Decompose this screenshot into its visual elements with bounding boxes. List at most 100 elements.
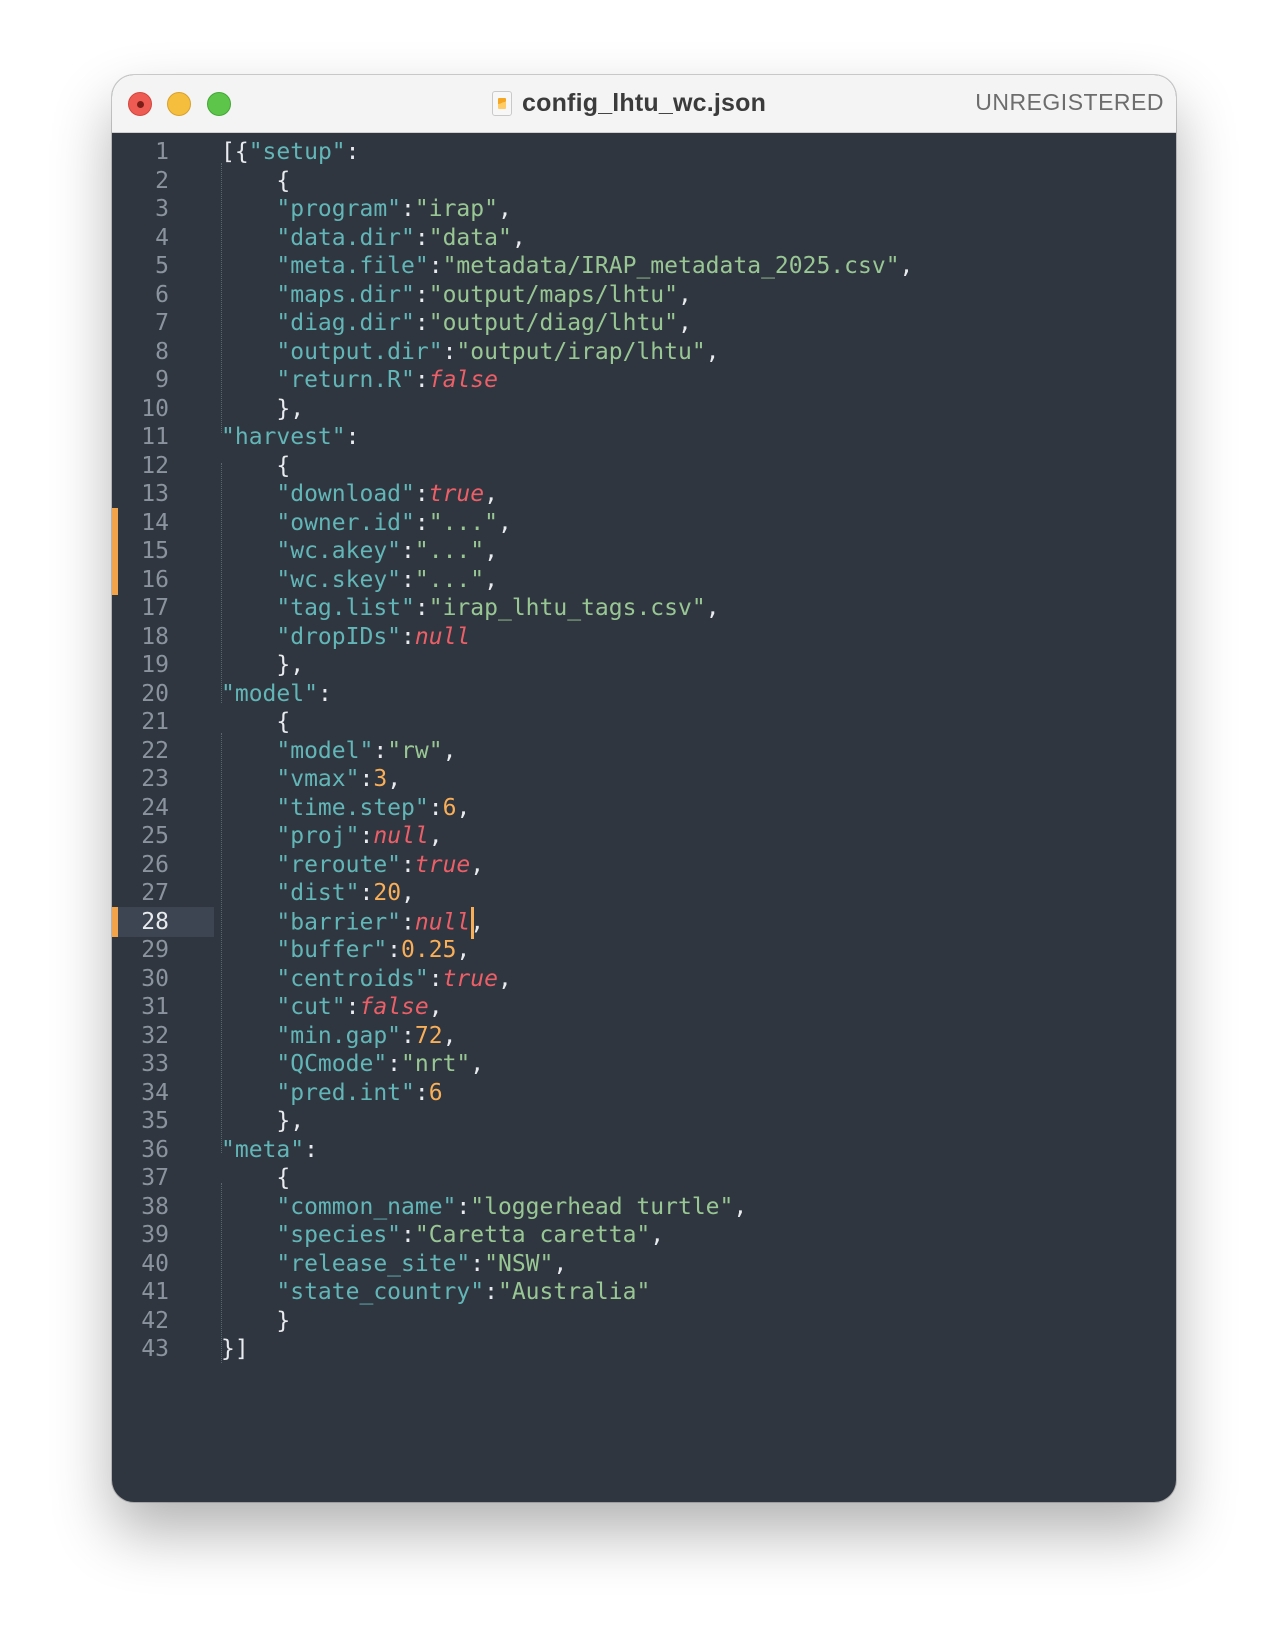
code-line[interactable]: 15 "wc.akey":"...", — [112, 536, 1176, 566]
code-line[interactable]: 25 "proj":null, — [112, 821, 1176, 851]
line-code[interactable]: "meta.file":"metadata/IRAP_metadata_2025… — [221, 251, 913, 281]
json-key: "time.step" — [276, 794, 429, 821]
code-editor[interactable]: 1 [{"setup": 2 {3 "program":"irap", 4 "data… — [112, 133, 1176, 1502]
code-line[interactable]: 12 { — [112, 451, 1176, 481]
code-line[interactable]: 19 }, — [112, 650, 1176, 680]
code-line[interactable]: 41 "state_country":"Australia" — [112, 1277, 1176, 1307]
line-code[interactable]: "pred.int":6 — [221, 1078, 442, 1108]
line-number: 39 — [141, 1222, 169, 1248]
title-bar[interactable]: config_lhtu_wc.json UNREGISTERED — [112, 75, 1176, 133]
line-code[interactable]: } — [221, 1306, 290, 1336]
code-line[interactable]: 10 }, — [112, 394, 1176, 424]
line-code[interactable]: "min.gap":72, — [221, 1021, 456, 1051]
code-line[interactable]: 42 } — [112, 1306, 1176, 1336]
line-code[interactable]: { — [221, 166, 290, 196]
code-line[interactable]: 30 "centroids":true, — [112, 964, 1176, 994]
code-line[interactable]: 43}] — [112, 1334, 1176, 1364]
code-line[interactable]: 40 "release_site":"NSW", — [112, 1249, 1176, 1279]
line-code[interactable]: "state_country":"Australia" — [221, 1277, 650, 1307]
line-code[interactable]: }, — [221, 1106, 304, 1136]
code-line[interactable]: 16 "wc.skey":"...", — [112, 564, 1176, 595]
line-code[interactable]: { — [221, 1163, 290, 1193]
line-code[interactable]: "program":"irap", — [221, 194, 511, 224]
line-code[interactable]: "QCmode":"nrt", — [221, 1049, 484, 1079]
code-line[interactable]: 33 "QCmode":"nrt", — [112, 1049, 1176, 1079]
code-line[interactable]: 14 "owner.id":"...", — [112, 507, 1176, 538]
line-code[interactable]: "common_name":"loggerhead turtle", — [221, 1192, 747, 1222]
code-line[interactable]: 35 }, — [112, 1106, 1176, 1136]
line-code[interactable]: "proj":null, — [221, 821, 442, 851]
code-line[interactable]: 20 "model": — [112, 679, 1176, 709]
line-code[interactable]: }, — [221, 650, 304, 680]
line-code[interactable]: "wc.skey":"...", — [221, 565, 498, 595]
line-code[interactable]: "owner.id":"...", — [221, 508, 511, 538]
line-code[interactable]: "cut":false, — [221, 992, 442, 1022]
code-line[interactable]: 21 { — [112, 707, 1176, 737]
code-line[interactable]: 26 "reroute":true, — [112, 850, 1176, 880]
line-code[interactable]: "model": — [221, 679, 332, 709]
line-code[interactable]: "reroute":true, — [221, 850, 484, 880]
line-code[interactable]: "harvest": — [221, 422, 359, 452]
code-line[interactable]: 36 "meta": — [112, 1135, 1176, 1165]
line-code[interactable]: "barrier":null, — [221, 906, 484, 939]
code-line[interactable]: 8 "output.dir":"output/irap/lhtu", — [112, 337, 1176, 367]
json-punct: : — [359, 880, 374, 906]
line-code[interactable]: { — [221, 451, 290, 481]
code-line[interactable]: 9 "return.R":false — [112, 365, 1176, 395]
code-line[interactable]: 22 "model":"rw", — [112, 736, 1176, 766]
code-line[interactable]: 29 "buffer":0.25, — [112, 935, 1176, 965]
line-code[interactable]: "tag.list":"irap_lhtu_tags.csv", — [221, 593, 719, 623]
code-line[interactable]: 2 { — [112, 166, 1176, 196]
code-line[interactable]: 11 "harvest": — [112, 422, 1176, 452]
line-code[interactable]: "meta": — [221, 1135, 318, 1165]
line-code[interactable]: "buffer":0.25, — [221, 935, 470, 965]
line-code[interactable]: "model":"rw", — [221, 736, 456, 766]
line-code[interactable]: { — [221, 707, 290, 737]
code-line[interactable]: 18 "dropIDs":null — [112, 622, 1176, 652]
code-line[interactable]: 7 "diag.dir":"output/diag/lhtu", — [112, 308, 1176, 338]
line-code[interactable]: }, — [221, 394, 304, 424]
code-line[interactable]: 27 "dist":20, — [112, 878, 1176, 908]
line-code[interactable]: "centroids":true, — [221, 964, 511, 994]
json-string: "output/diag/lhtu" — [428, 310, 678, 336]
line-code[interactable]: "return.R":false — [221, 365, 498, 395]
code-line[interactable]: 23 "vmax":3, — [112, 764, 1176, 794]
code-line[interactable]: 28 "barrier":null, — [112, 906, 1176, 939]
code-line[interactable]: 24 "time.step":6, — [112, 793, 1176, 823]
code-line[interactable]: 34 "pred.int":6 — [112, 1078, 1176, 1108]
line-number: 22 — [141, 737, 169, 764]
line-code[interactable]: "species":"Caretta caretta", — [221, 1220, 664, 1250]
zoom-window-button[interactable] — [207, 92, 231, 116]
code-line[interactable]: 4 "data.dir":"data", — [112, 223, 1176, 253]
line-code[interactable]: "data.dir":"data", — [221, 223, 525, 253]
line-code[interactable]: "wc.akey":"...", — [221, 536, 498, 566]
code-line[interactable]: 6 "maps.dir":"output/maps/lhtu", — [112, 280, 1176, 310]
minimize-window-button[interactable] — [167, 92, 191, 116]
code-line[interactable]: 38 "common_name":"loggerhead turtle", — [112, 1192, 1176, 1222]
line-number: 27 — [141, 880, 169, 906]
line-code[interactable]: "dropIDs":null — [221, 622, 470, 652]
code-line[interactable]: 31 "cut":false, — [112, 992, 1176, 1022]
code-line[interactable]: 32 "min.gap":72, — [112, 1021, 1176, 1051]
json-key: "meta" — [221, 1136, 305, 1163]
line-code[interactable]: "output.dir":"output/irap/lhtu", — [221, 337, 719, 367]
line-code[interactable]: [{"setup": — [221, 137, 360, 167]
line-code[interactable]: "download":true, — [221, 479, 498, 509]
line-code[interactable]: "vmax":3, — [221, 764, 401, 794]
line-number: 3 — [155, 196, 169, 222]
code-line[interactable]: 1 [{"setup": — [112, 137, 1176, 167]
code-line[interactable]: 17 "tag.list":"irap_lhtu_tags.csv", — [112, 593, 1176, 623]
line-code[interactable]: "release_site":"NSW", — [221, 1249, 567, 1279]
line-code[interactable]: "dist":20, — [221, 878, 415, 908]
code-line[interactable]: 3 "program":"irap", — [112, 194, 1176, 224]
code-line[interactable]: 37 { — [112, 1163, 1176, 1193]
code-line[interactable]: 13 "download":true, — [112, 479, 1176, 509]
line-code[interactable]: "maps.dir":"output/maps/lhtu", — [221, 280, 691, 310]
line-code[interactable]: "time.step":6, — [221, 793, 470, 823]
close-window-button[interactable] — [128, 92, 152, 116]
line-code[interactable]: "diag.dir":"output/diag/lhtu", — [221, 308, 691, 338]
line-code[interactable]: }] — [221, 1334, 249, 1364]
code-line[interactable]: 39 "species":"Caretta caretta", — [112, 1220, 1176, 1250]
json-literal: true — [414, 851, 471, 878]
code-line[interactable]: 5 "meta.file":"metadata/IRAP_metadata_20… — [112, 251, 1176, 281]
